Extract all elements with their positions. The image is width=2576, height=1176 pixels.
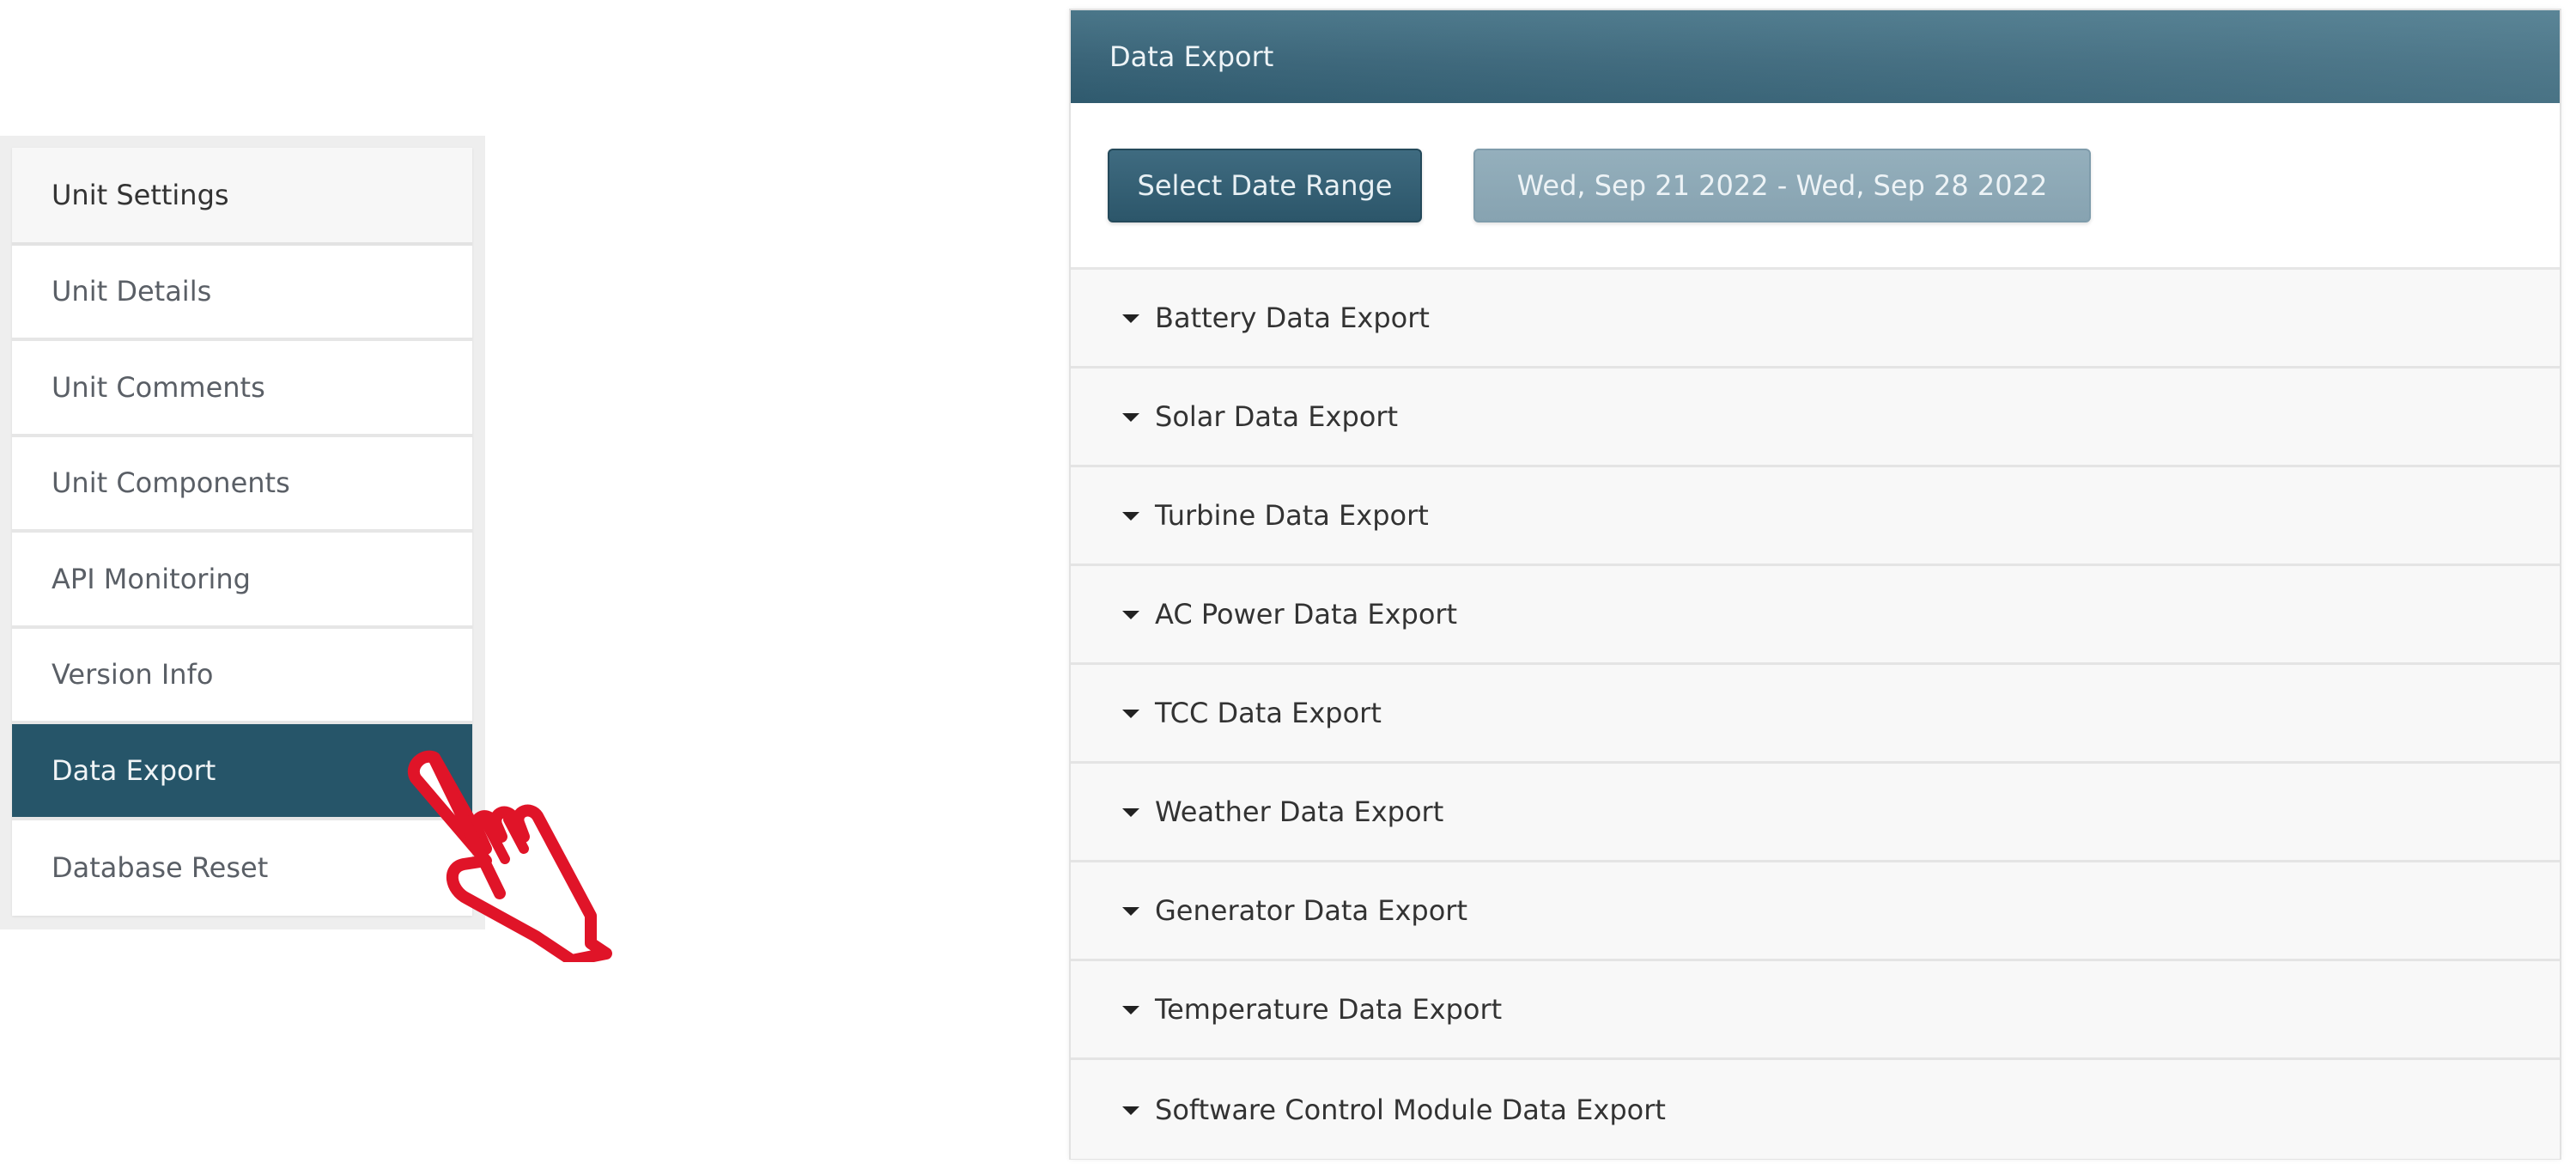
caret-down-icon	[1122, 1106, 1139, 1115]
accordion-label: Solar Data Export	[1155, 400, 1399, 433]
panel-title: Data Export	[1109, 40, 1274, 73]
caret-down-icon	[1122, 512, 1139, 521]
accordion-tcc-data-export[interactable]: TCC Data Export	[1071, 665, 2560, 764]
accordion-label: AC Power Data Export	[1155, 598, 1458, 631]
caret-down-icon	[1122, 710, 1139, 718]
caret-down-icon	[1122, 413, 1139, 422]
accordion-label: Temperature Data Export	[1155, 993, 1503, 1026]
accordion-ac-power-data-export[interactable]: AC Power Data Export	[1071, 566, 2560, 665]
accordion-label: Turbine Data Export	[1155, 499, 1429, 532]
accordion-software-control-module-data-export[interactable]: Software Control Module Data Export	[1071, 1060, 2560, 1159]
caret-down-icon	[1122, 1006, 1139, 1015]
select-date-range-button[interactable]: Select Date Range	[1108, 148, 1422, 222]
accordion-label: Weather Data Export	[1155, 795, 1444, 828]
accordion-label: Generator Data Export	[1155, 894, 1467, 927]
sidebar-title: Unit Settings	[12, 148, 472, 246]
caret-down-icon	[1122, 907, 1139, 916]
unit-settings-sidebar: Unit Settings Unit Details Unit Comments…	[12, 148, 472, 916]
accordion-weather-data-export[interactable]: Weather Data Export	[1071, 764, 2560, 862]
sidebar-item-version-info[interactable]: Version Info	[12, 628, 472, 724]
accordion-solar-data-export[interactable]: Solar Data Export	[1071, 369, 2560, 467]
accordion-label: Battery Data Export	[1155, 302, 1430, 334]
accordion-label: Software Control Module Data Export	[1155, 1093, 1666, 1126]
accordion-generator-data-export[interactable]: Generator Data Export	[1071, 862, 2560, 961]
sidebar-item-unit-components[interactable]: Unit Components	[12, 436, 472, 533]
data-export-panel: Data Export Select Date Range Wed, Sep 2…	[1069, 9, 2561, 1160]
sidebar-item-unit-details[interactable]: Unit Details	[12, 245, 472, 341]
date-range-display[interactable]: Wed, Sep 21 2022 - Wed, Sep 28 2022	[1473, 148, 2091, 222]
panel-header: Data Export	[1071, 10, 2560, 103]
accordion-temperature-data-export[interactable]: Temperature Data Export	[1071, 961, 2560, 1060]
caret-down-icon	[1122, 611, 1139, 619]
date-range-toolbar: Select Date Range Wed, Sep 21 2022 - Wed…	[1071, 103, 2560, 270]
accordion-battery-data-export[interactable]: Battery Data Export	[1071, 270, 2560, 369]
caret-down-icon	[1122, 808, 1139, 817]
accordion-label: TCC Data Export	[1155, 697, 1382, 729]
sidebar-item-unit-comments[interactable]: Unit Comments	[12, 341, 472, 437]
caret-down-icon	[1122, 314, 1139, 323]
sidebar-item-data-export[interactable]: Data Export	[12, 724, 472, 820]
export-accordion: Battery Data Export Solar Data Export Tu…	[1071, 270, 2560, 1159]
sidebar-item-database-reset[interactable]: Database Reset	[12, 820, 472, 916]
accordion-turbine-data-export[interactable]: Turbine Data Export	[1071, 467, 2560, 566]
sidebar-item-api-monitoring[interactable]: API Monitoring	[12, 533, 472, 629]
